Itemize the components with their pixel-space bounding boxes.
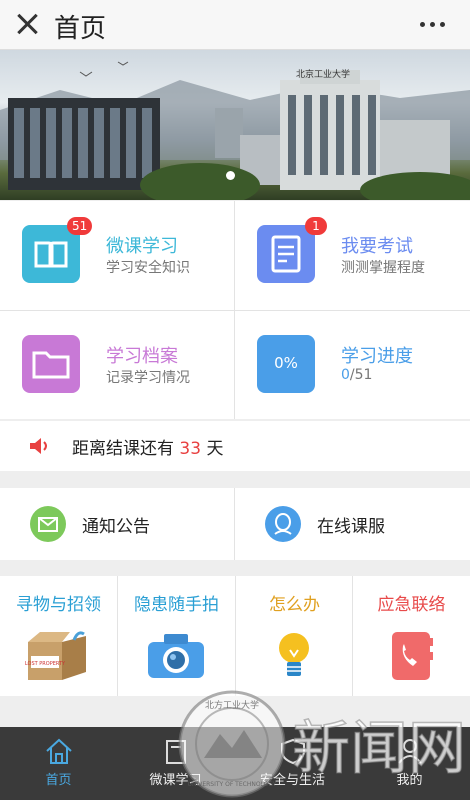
campus-photo: 北京工业大学	[0, 61, 470, 200]
phone-book-icon[interactable]	[388, 630, 434, 682]
tile-study-progress[interactable]: 0% 学习进度 0/51	[235, 311, 470, 419]
top-bar: 首页	[0, 0, 470, 50]
carousel-indicator[interactable]	[226, 171, 235, 180]
unread-badge: 1	[305, 217, 327, 235]
quick-lost-found-label[interactable]: 寻物与招领	[0, 590, 117, 615]
unread-badge: 51	[67, 217, 93, 235]
more-options-icon[interactable]	[420, 22, 446, 28]
watermark-seal-top: 北方工业大学	[205, 699, 259, 711]
progress-done: 0	[341, 367, 350, 383]
tile-micro-course[interactable]: 51 微课学习 学习安全知识	[0, 201, 234, 310]
notice-link[interactable]: 通知公告	[0, 488, 234, 560]
progress-total: /51	[349, 367, 373, 383]
tile-exam[interactable]: 1 我要考试 测测掌握程度	[235, 201, 470, 310]
close-icon[interactable]	[14, 11, 40, 37]
quick-hazard-photo-label[interactable]: 隐患随手拍	[118, 590, 235, 615]
camera-icon[interactable]	[146, 630, 206, 682]
lightbulb-icon[interactable]	[276, 630, 312, 684]
watermark-text: 新闻网	[292, 714, 466, 782]
page-title: 首页	[54, 14, 107, 44]
progress-percent: 0%	[274, 354, 298, 372]
countdown-text: 距离结课还有 33 天	[72, 434, 223, 459]
customer-service-link[interactable]: 在线课服	[235, 488, 470, 560]
news-site-watermark: 北方工业大学 UNIVERSITY OF TECHNOLOGY 新闻网	[178, 690, 466, 798]
folder-icon	[22, 335, 80, 393]
course-countdown: 距离结课还有 33 天	[0, 421, 470, 471]
customer-service-icon	[265, 506, 301, 542]
mail-icon	[30, 506, 66, 542]
campus-banner[interactable]: 北京工业大学	[0, 50, 470, 200]
speaker-icon	[30, 438, 47, 454]
watermark-seal-bottom: UNIVERSITY OF TECHNOLOGY	[188, 781, 277, 788]
link-label: 在线课服	[317, 517, 385, 537]
banner-sign: 北京工业大学	[296, 68, 350, 80]
tile-subtitle: 测测掌握程度	[341, 260, 425, 276]
tile-study-records[interactable]: 学习档案 记录学习情况	[0, 311, 234, 419]
tile-subtitle: 0/51	[341, 367, 372, 383]
lost-property-box-icon[interactable]: LOST PROPERTY	[22, 628, 96, 684]
tile-subtitle: 学习安全知识	[106, 260, 190, 276]
tile-title: 我要考试	[341, 236, 413, 257]
quick-emergency-contact-label[interactable]: 应急联络	[353, 590, 470, 615]
tile-subtitle: 记录学习情况	[106, 370, 190, 386]
progress-icon: 0%	[257, 335, 315, 393]
countdown-prefix: 距离结课还有	[72, 439, 174, 459]
tile-title: 学习档案	[106, 346, 178, 367]
tab-label: 首页	[45, 773, 72, 788]
link-label: 通知公告	[82, 517, 150, 537]
tile-title: 微课学习	[106, 236, 178, 257]
countdown-days: 33	[179, 439, 202, 459]
tab-home[interactable]: 首页	[0, 727, 117, 800]
tile-title: 学习进度	[341, 346, 413, 367]
countdown-suffix: 天	[206, 439, 224, 459]
quick-what-to-do-label[interactable]: 怎么办	[236, 590, 353, 615]
box-label: LOST PROPERTY	[25, 661, 66, 667]
exam-paper-icon	[257, 225, 315, 283]
home-icon	[46, 738, 72, 764]
